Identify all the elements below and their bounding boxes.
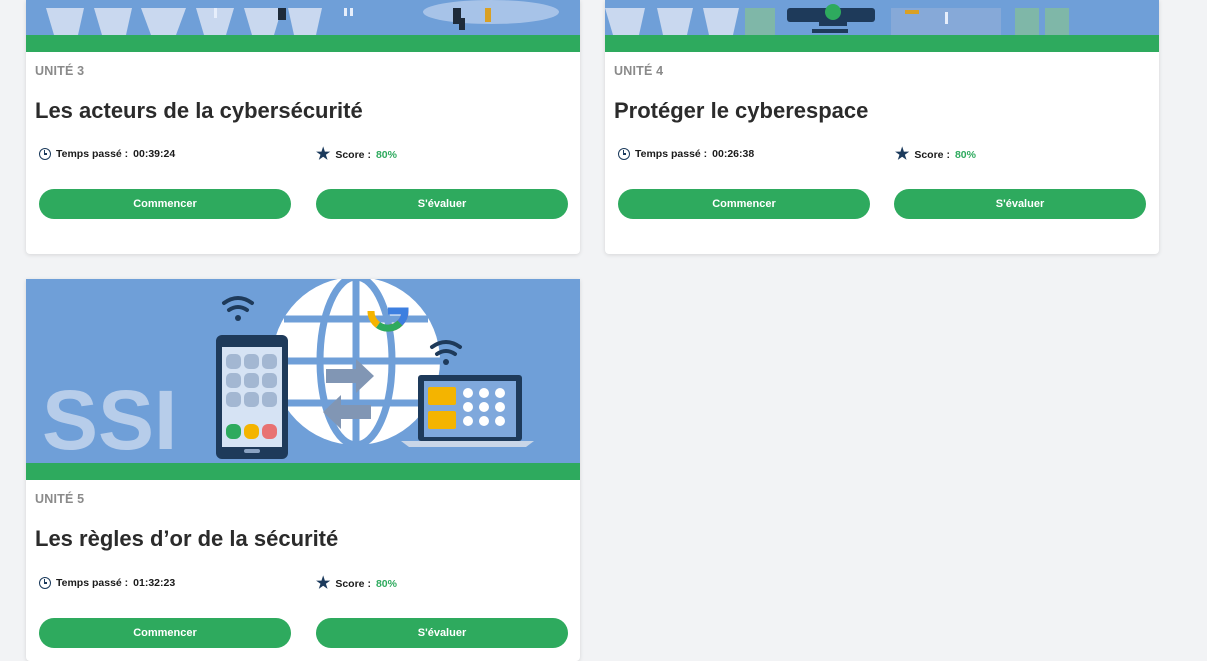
ssi-watermark: SSI bbox=[42, 373, 177, 467]
score-label: Score : bbox=[914, 149, 950, 161]
start-button[interactable]: Commencer bbox=[39, 618, 291, 648]
clock-icon bbox=[618, 148, 630, 160]
start-button[interactable]: Commencer bbox=[618, 189, 870, 219]
green-band bbox=[26, 35, 580, 52]
time-value: 00:26:38 bbox=[712, 148, 755, 160]
star-icon: ★ bbox=[316, 575, 331, 592]
course-image bbox=[605, 0, 1159, 52]
score-label: Score : bbox=[335, 149, 371, 161]
time-value: 01:32:23 bbox=[133, 577, 176, 589]
course-illustration: SSI bbox=[26, 279, 580, 467]
unit-label: UNITÉ 4 bbox=[614, 64, 664, 78]
time-spent: Temps passé : 00:26:38 bbox=[618, 148, 754, 160]
star-icon: ★ bbox=[895, 146, 910, 163]
time-spent: Temps passé : 01:32:23 bbox=[39, 577, 175, 589]
evaluate-button[interactable]: S'évaluer bbox=[316, 189, 568, 219]
score: ★ Score : 80% bbox=[316, 147, 397, 163]
course-image bbox=[26, 0, 580, 52]
star-icon: ★ bbox=[316, 146, 331, 163]
start-button[interactable]: Commencer bbox=[39, 189, 291, 219]
score: ★ Score : 80% bbox=[316, 576, 397, 592]
course-title: Les règles d’or de la sécurité bbox=[35, 526, 339, 551]
unit-label: UNITÉ 5 bbox=[35, 492, 85, 506]
score: ★ Score : 80% bbox=[895, 147, 976, 163]
time-label: Temps passé : bbox=[635, 148, 708, 160]
course-card-unit-3: UNITÉ 3 Les acteurs de la cybersécurité … bbox=[26, 0, 580, 254]
score-label: Score : bbox=[335, 578, 371, 590]
evaluate-button[interactable]: S'évaluer bbox=[894, 189, 1146, 219]
time-label: Temps passé : bbox=[56, 577, 129, 589]
unit-label: UNITÉ 3 bbox=[35, 64, 85, 78]
time-label: Temps passé : bbox=[56, 148, 129, 160]
clock-icon bbox=[39, 148, 51, 160]
course-title: Protéger le cyberespace bbox=[614, 98, 869, 123]
green-band bbox=[26, 463, 580, 480]
course-image: SSI bbox=[26, 279, 580, 480]
clock-icon bbox=[39, 577, 51, 589]
course-card-unit-5: SSI UNITÉ 5 Les règles d’or de la sécuri… bbox=[26, 279, 580, 661]
time-spent: Temps passé : 00:39:24 bbox=[39, 148, 175, 160]
score-value: 80% bbox=[375, 149, 397, 161]
score-value: 80% bbox=[375, 578, 397, 590]
course-title: Les acteurs de la cybersécurité bbox=[35, 98, 363, 123]
time-value: 00:39:24 bbox=[133, 148, 176, 160]
evaluate-button[interactable]: S'évaluer bbox=[316, 618, 568, 648]
green-band bbox=[605, 35, 1159, 52]
course-card-unit-4: UNITÉ 4 Protéger le cyberespace Temps pa… bbox=[605, 0, 1159, 254]
score-value: 80% bbox=[954, 149, 976, 161]
